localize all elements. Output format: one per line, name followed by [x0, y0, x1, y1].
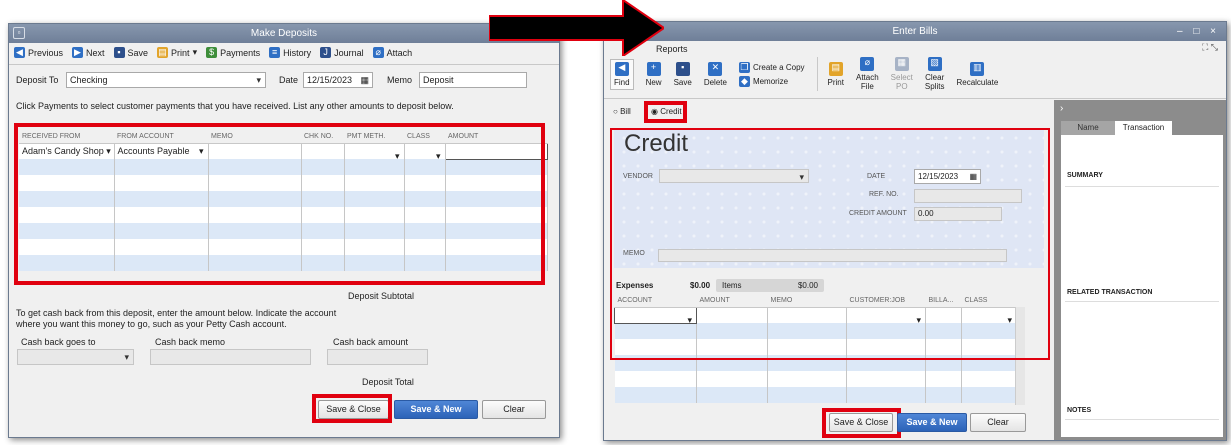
- arrow-left-icon: ◀: [614, 61, 629, 76]
- notes-heading: NOTES: [1067, 407, 1092, 414]
- delete-button[interactable]: ✕ Delete: [704, 61, 727, 87]
- save-new-button[interactable]: Save & New: [394, 400, 478, 419]
- date-label: Date: [279, 75, 299, 85]
- save-new-button[interactable]: Save & New: [897, 413, 967, 432]
- memo-input[interactable]: Deposit: [419, 72, 527, 88]
- save-close-highlight: [312, 394, 392, 423]
- related-transaction-heading: RELATED TRANSACTION: [1067, 289, 1153, 296]
- toolbar-divider: [604, 98, 1226, 99]
- radio-bill[interactable]: ○ Bill: [613, 107, 631, 116]
- new-document-icon: +: [646, 61, 661, 76]
- next-button[interactable]: ▶ Next: [72, 47, 105, 58]
- deposits-window-title: Make Deposits: [250, 28, 318, 39]
- table-row[interactable]: [614, 371, 1017, 387]
- arrow-right-icon: [489, 0, 664, 56]
- memo-label: Memo: [387, 75, 413, 85]
- recalculate-button[interactable]: ▥ Recalculate: [956, 61, 998, 87]
- radio-unselected-icon: ○: [613, 107, 618, 116]
- attach-file-button[interactable]: ⌀ Attach File: [856, 57, 879, 91]
- cashback-goes-to-select[interactable]: [17, 349, 134, 365]
- paperclip-icon: ⌀: [860, 57, 875, 71]
- delete-x-icon: ✕: [708, 61, 723, 76]
- paperclip-icon: ⌀: [372, 47, 384, 58]
- print-button[interactable]: ▤ Print ▾: [157, 47, 197, 58]
- side-panel-content: SUMMARY RELATED TRANSACTION NOTES: [1061, 135, 1223, 437]
- create-copy-button[interactable]: ❐ Create a Copy: [738, 61, 805, 73]
- clear-splits-button[interactable]: ▧ Clear Splits: [925, 57, 944, 91]
- payments-icon: $: [206, 47, 218, 58]
- chevron-down-icon[interactable]: ▾: [193, 47, 198, 58]
- memorize-button[interactable]: ◆ Memorize: [738, 75, 805, 87]
- bills-window-title: Enter Bills: [892, 26, 938, 37]
- deposits-table-highlight: [14, 123, 545, 285]
- cashback-memo-input[interactable]: [150, 349, 311, 365]
- deposits-toolbar: ◀ Previous ▶ Next ▪ Save ▤ Print ▾ $ Payments …: [14, 47, 421, 58]
- cashback-instructions-2: where you want this money to go, such as…: [16, 319, 287, 329]
- side-tab-name[interactable]: Name: [1061, 121, 1115, 135]
- floppy-disk-icon: ▪: [113, 47, 125, 58]
- copy-memorize-group: ❐ Create a Copy ◆ Memorize: [738, 61, 805, 87]
- memorize-icon: ◆: [738, 75, 750, 87]
- window-menu-icon[interactable]: ▫: [13, 27, 25, 39]
- bills-titlebar: Enter Bills – □ ×: [604, 22, 1226, 41]
- attach-button[interactable]: ⌀ Attach: [372, 47, 412, 58]
- bills-toolbar: ◀ Find + New ▪ Save ✕ Delete ❐ Create a Copy …: [610, 57, 1010, 91]
- copy-icon: ❐: [738, 61, 750, 73]
- divider: [1065, 419, 1219, 420]
- side-panel: › Name Transaction SUMMARY RELATED TRANS…: [1054, 100, 1226, 440]
- save-close-highlight: [822, 408, 901, 438]
- journal-icon: J: [320, 47, 332, 58]
- cashback-goes-to-label: Cash back goes to: [21, 337, 96, 347]
- window-controls[interactable]: – □ ×: [1177, 22, 1220, 41]
- arrow-right-icon: ▶: [72, 47, 84, 58]
- printer-icon: ▤: [828, 61, 843, 76]
- history-icon: ≡: [269, 47, 281, 58]
- cashback-amount-label: Cash back amount: [333, 337, 409, 347]
- credit-radio-highlight: [644, 101, 687, 123]
- calculator-icon: ▥: [970, 61, 985, 76]
- previous-button[interactable]: ◀ Previous: [14, 47, 63, 58]
- history-button[interactable]: ≡ History: [269, 47, 311, 58]
- enter-bills-window: Enter Bills – □ × Reports ⛶ ⤡ ◀ Find + New…: [603, 21, 1227, 441]
- deposit-to-label: Deposit To: [16, 75, 59, 85]
- payments-button[interactable]: $ Payments: [206, 47, 260, 58]
- printer-icon: ▤: [157, 47, 169, 58]
- arrow-left-icon: ◀: [14, 47, 25, 58]
- divider: [1065, 301, 1219, 302]
- toolbar-separator: [816, 57, 818, 91]
- side-tab-transaction[interactable]: Transaction: [1115, 121, 1172, 135]
- journal-button[interactable]: J Journal: [320, 47, 364, 58]
- save-button[interactable]: ▪ Save: [674, 61, 692, 87]
- cashback-memo-label: Cash back memo: [155, 337, 226, 347]
- purchase-order-icon: ▦: [894, 57, 909, 71]
- calendar-icon[interactable]: ▦: [360, 73, 369, 87]
- make-deposits-window: ▫ Make Deposits ◀ Previous ▶ Next ▪ Save ▤ P…: [8, 23, 560, 438]
- cashback-amount-input[interactable]: [327, 349, 428, 365]
- expand-icon[interactable]: ⛶ ⤡: [1202, 42, 1218, 53]
- new-button[interactable]: + New: [646, 61, 662, 87]
- instructions-text: Click Payments to select customer paymen…: [16, 101, 454, 111]
- find-button[interactable]: ◀ Find: [610, 58, 634, 90]
- select-po-button[interactable]: ▦ Select PO: [891, 57, 913, 91]
- divider: [1065, 186, 1219, 187]
- toolbar-divider: [9, 64, 559, 65]
- deposit-subtotal-label: Deposit Subtotal: [348, 291, 415, 301]
- chevron-right-icon[interactable]: ›: [1060, 103, 1063, 114]
- clear-button[interactable]: Clear: [970, 413, 1026, 432]
- print-button[interactable]: ▤ Print: [828, 61, 844, 87]
- deposits-titlebar: ▫ Make Deposits: [9, 24, 559, 43]
- deposit-to-select[interactable]: Checking: [66, 72, 266, 88]
- clear-button[interactable]: Clear: [482, 400, 546, 419]
- credit-form-highlight: [610, 128, 1050, 360]
- save-button[interactable]: ▪ Save: [113, 47, 148, 58]
- cashback-instructions-1: To get cash back from this deposit, ente…: [16, 308, 337, 318]
- date-input[interactable]: 12/15/2023 ▦: [303, 72, 373, 88]
- table-row[interactable]: [614, 387, 1017, 403]
- deposit-total-label: Deposit Total: [362, 377, 414, 387]
- clear-splits-icon: ▧: [927, 57, 942, 71]
- summary-heading: SUMMARY: [1067, 172, 1103, 179]
- floppy-disk-icon: ▪: [675, 61, 690, 76]
